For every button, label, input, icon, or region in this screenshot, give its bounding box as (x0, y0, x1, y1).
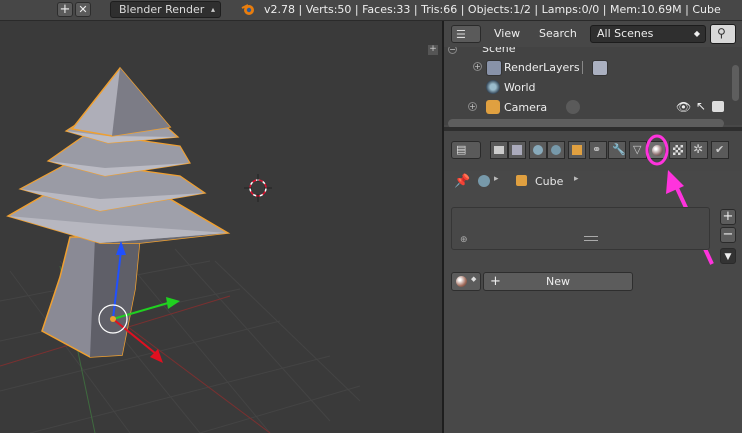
search-icon: ⚲ (717, 26, 726, 40)
plus-icon: + (490, 274, 501, 289)
search-button[interactable]: ⚲ (710, 24, 736, 44)
floor-grid (0, 248, 361, 433)
render-engine-label: Blender Render (119, 3, 205, 16)
menu-search[interactable]: Search (539, 27, 577, 40)
renderability-camera-icon[interactable] (712, 101, 724, 112)
outliner-header: ☰ View Search All Scenes ◆ ⚲ (444, 21, 742, 47)
chevron-right-icon: ▸ (574, 174, 579, 184)
render-engine-select[interactable]: Blender Render ▴ (110, 1, 221, 18)
cube-icon (516, 175, 527, 186)
outliner-item-world[interactable]: World (444, 78, 742, 98)
highlight-annotation (645, 134, 714, 265)
expand-icon[interactable]: + (473, 62, 482, 71)
3d-cursor-icon[interactable] (244, 174, 272, 202)
visibility-eye-icon[interactable]: 👁 (676, 100, 691, 114)
scene-context-icon (478, 175, 490, 187)
render-icon (592, 60, 608, 76)
minus-icon: − (722, 227, 734, 242)
material-datablock: ◆ + New (451, 272, 633, 292)
y-axis-arrow-icon (166, 297, 180, 309)
menu-view[interactable]: View (494, 27, 520, 40)
new-material-label: New (546, 275, 570, 288)
vertical-scrollbar[interactable] (732, 65, 739, 101)
updown-arrows-icon: ▴ (210, 5, 215, 14)
updown-arrows-icon: ◆ (471, 275, 477, 283)
context-breadcrumb: 📌 ▸ Cube ▸ (444, 171, 742, 195)
camera-icon (486, 100, 500, 114)
right-panel: − Scene ☰ View Search All Scenes ◆ ⚲ + R… (444, 21, 742, 433)
chevron-right-icon: ▸ (494, 174, 499, 184)
scene-statistics: v2.78 | Verts:50 | Faces:33 | Tris:66 | … (264, 3, 721, 16)
viewport-scene[interactable] (0, 21, 442, 433)
display-mode-label: All Scenes (597, 27, 654, 40)
outliner-item-camera[interactable]: + Camera 👁 ↖ (444, 98, 742, 118)
3d-viewport[interactable]: + (0, 21, 442, 433)
display-mode-select[interactable]: All Scenes ◆ (590, 25, 706, 43)
camera-data-icon (566, 100, 580, 114)
remove-material-slot-button[interactable]: − (720, 227, 736, 243)
info-header: + ✕ Blender Render ▴ v2.78 | Verts:50 | … (0, 0, 742, 21)
renderlayers-icon (486, 60, 502, 76)
resize-grip-icon[interactable] (584, 236, 598, 241)
breadcrumb-object: Cube (535, 175, 564, 188)
material-slot-list[interactable]: ⊕ (451, 207, 710, 250)
world-icon (486, 80, 500, 94)
outliner[interactable]: − Scene ☰ View Search All Scenes ◆ ⚲ + R… (444, 21, 742, 128)
updown-arrows-icon: ◆ (693, 29, 700, 38)
delete-screen-button[interactable]: ✕ (75, 2, 91, 17)
close-icon: ✕ (78, 3, 88, 16)
separator (582, 61, 583, 74)
add-screen-button[interactable]: + (57, 2, 73, 17)
material-specials-button[interactable]: ▼ (720, 248, 736, 264)
plus-icon: + (59, 1, 71, 17)
chevron-down-icon: ▼ (724, 252, 732, 262)
material-sphere-icon (456, 276, 467, 287)
blender-logo-icon (241, 4, 254, 15)
outliner-item-renderlayers[interactable]: + RenderLayers (444, 58, 742, 78)
browse-material-button[interactable]: ◆ (451, 272, 481, 291)
add-material-slot-button[interactable]: + (720, 209, 736, 225)
expand-icon[interactable]: ⊕ (460, 235, 468, 245)
viewport-add-region-icon[interactable]: + (428, 45, 438, 55)
pin-icon[interactable]: 📌 (454, 174, 470, 189)
editor-type-button[interactable]: ☰ (451, 25, 481, 43)
plus-icon: + (722, 209, 734, 224)
outliner-icon: ☰ (456, 28, 466, 41)
new-material-button[interactable]: + New (483, 272, 633, 291)
selectability-arrow-icon[interactable]: ↖ (696, 99, 706, 113)
expand-icon[interactable]: + (468, 102, 477, 111)
